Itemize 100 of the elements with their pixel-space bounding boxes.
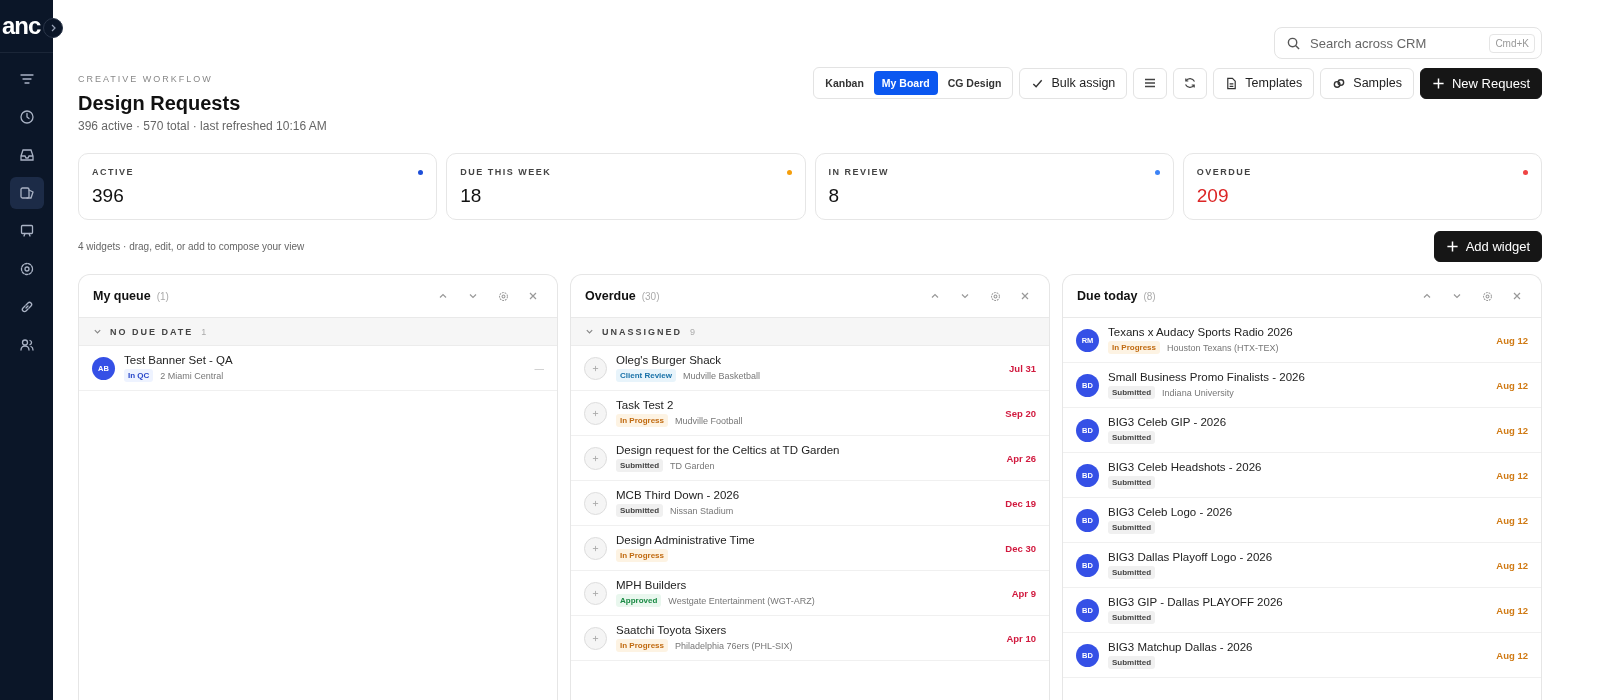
assign-button[interactable] <box>584 356 607 380</box>
stat-label: IN REVIEW <box>828 167 889 177</box>
chevron-up-icon <box>438 291 448 301</box>
status-tag: Submitted <box>1108 431 1156 444</box>
search-icon <box>1287 36 1300 50</box>
due-date: Aug 12 <box>1496 514 1528 526</box>
filter-icon <box>18 71 35 87</box>
group-header[interactable]: UNASSIGNED 9 <box>571 318 1049 346</box>
page-subtitle: 396 active · 570 total · last refreshed 10:16 AM <box>78 119 327 133</box>
view-tab[interactable]: My Board <box>873 71 938 95</box>
assign-button[interactable] <box>584 626 607 650</box>
plus-icon <box>1431 76 1445 90</box>
status-tag: Submitted <box>1108 656 1156 669</box>
shortcut-hint: Cmd+K <box>1489 33 1535 53</box>
new-request-button[interactable]: New Request <box>1419 67 1542 99</box>
request-title: Test Banner Set - QA <box>124 354 234 366</box>
group-count: 1 <box>201 326 209 337</box>
client-name: Indiana University <box>1162 387 1234 398</box>
assign-button[interactable] <box>584 446 607 470</box>
toolbar-button[interactable]: Bulk assign <box>1019 67 1128 99</box>
request-title: Small Business Promo Finalists - 2026 <box>1108 371 1306 383</box>
close-icon <box>528 291 538 301</box>
chevron-down-icon <box>1452 291 1462 301</box>
settings-icon <box>18 261 35 277</box>
assign-button[interactable] <box>584 491 607 515</box>
client-name: Philadelphia 76ers (PHL-SIX) <box>675 640 793 651</box>
collapse-button[interactable] <box>43 18 63 38</box>
close-icon <box>1512 291 1522 301</box>
status-tag: In QC <box>124 369 154 382</box>
due-date: Aug 12 <box>1496 649 1528 661</box>
plus-icon <box>592 499 599 507</box>
menu-icon <box>1143 76 1158 90</box>
plus-icon <box>592 634 599 642</box>
assign-button[interactable] <box>584 581 607 605</box>
status-tag: In Progress <box>1108 341 1160 354</box>
linked-circles-icon <box>1332 76 1347 90</box>
chevron-right-icon <box>49 24 57 32</box>
view-tab[interactable]: Kanban <box>817 71 872 95</box>
request-row[interactable]: MPH Builders Approved Westgate Entertainment (WGT-ARZ) Apr 9 <box>571 571 1049 616</box>
request-row[interactable]: Task Test 2 In Progress Mudville Football Sep 20 <box>571 391 1049 436</box>
client-name: Mudville Football <box>675 415 743 426</box>
request-title: BIG3 Celeb GIP - 2026 <box>1108 416 1228 428</box>
client-name: Nissan Stadium <box>670 505 734 516</box>
assign-button[interactable] <box>584 536 607 560</box>
stat-label: DUE THIS WEEK <box>460 167 552 177</box>
due-date: Dec 19 <box>1005 497 1036 509</box>
menu-button[interactable] <box>1133 67 1168 99</box>
client-name: 2 Miami Central <box>160 370 224 381</box>
request-row[interactable]: Oleg's Burger Shack Client Review Mudville Basketball Jul 31 <box>571 346 1049 391</box>
status-tag: Client Review <box>616 369 676 382</box>
request-title: Design request for the Celtics at TD Garden <box>616 444 841 456</box>
stat-value: 8 <box>828 185 841 207</box>
status-tag: Submitted <box>1108 476 1156 489</box>
plus-icon <box>592 454 599 462</box>
status-tag: In Progress <box>616 639 668 652</box>
plus-icon <box>1445 240 1459 253</box>
settings-icon <box>497 290 509 302</box>
stat-label: OVERDUE <box>1196 167 1252 177</box>
toolbar-button[interactable]: Samples <box>1320 67 1414 99</box>
stat-label: ACTIVE <box>92 167 134 177</box>
due-date: Apr 10 <box>1006 632 1036 644</box>
request-row[interactable]: Design Administrative Time In Progress Dec 30 <box>571 526 1049 571</box>
request-title: BIG3 Celeb Logo - 2026 <box>1108 506 1234 518</box>
request-title: Oleg's Burger Shack <box>616 354 723 366</box>
request-row[interactable]: MCB Third Down - 2026 Submitted Nissan Stadium Dec 19 <box>571 481 1049 526</box>
request-title: Design Administrative Time <box>616 534 756 546</box>
request-title: BIG3 Matchup Dallas - 2026 <box>1108 641 1254 653</box>
stat-value: 209 <box>1196 185 1230 207</box>
client-name: Houston Texans (HTX-TEX) <box>1167 342 1279 353</box>
section-eyebrow: CREATIVE WORKFLOW <box>78 74 214 84</box>
group-header[interactable]: NO DUE DATE 1 <box>79 318 557 346</box>
due-date: Aug 12 <box>1496 604 1528 616</box>
chevron-down-icon <box>585 327 594 336</box>
due-date: Apr 26 <box>1006 452 1036 464</box>
refresh-button[interactable] <box>1173 67 1208 99</box>
due-date: Sep 20 <box>1005 407 1036 419</box>
nav-button[interactable] <box>9 177 44 209</box>
assign-button[interactable] <box>584 401 607 425</box>
toolbar-button[interactable]: Templates <box>1213 67 1315 99</box>
document-icon <box>1225 76 1239 90</box>
settings-icon <box>1481 290 1493 302</box>
settings-icon <box>989 290 1001 302</box>
add-widget-button[interactable]: Add widget <box>1433 231 1542 262</box>
request-row[interactable]: Saatchi Toyota Sixers In Progress Philadelphia 76ers (PHL-SIX) Apr 10 <box>571 616 1049 661</box>
request-row[interactable]: Design request for the Celtics at TD Garden Submitted TD Garden Apr 26 <box>571 436 1049 481</box>
status-tag: Submitted <box>1108 566 1156 579</box>
plus-icon <box>592 544 599 552</box>
widget-count: (30) <box>641 290 660 302</box>
group-label: UNASSIGNED <box>602 326 682 337</box>
inbox-icon <box>18 147 35 163</box>
widget-count: (8) <box>1143 290 1156 302</box>
request-title: BIG3 Celeb Headshots - 2026 <box>1108 461 1263 473</box>
view-tab[interactable]: CG Design <box>939 71 1010 95</box>
close-icon <box>1020 291 1030 301</box>
client-name: TD Garden <box>670 460 715 471</box>
request-title: Saatchi Toyota Sixers <box>616 624 728 636</box>
users-icon <box>18 337 35 353</box>
plus-icon <box>592 589 599 597</box>
group-label: NO DUE DATE <box>110 326 194 337</box>
layers-icon <box>18 185 35 201</box>
